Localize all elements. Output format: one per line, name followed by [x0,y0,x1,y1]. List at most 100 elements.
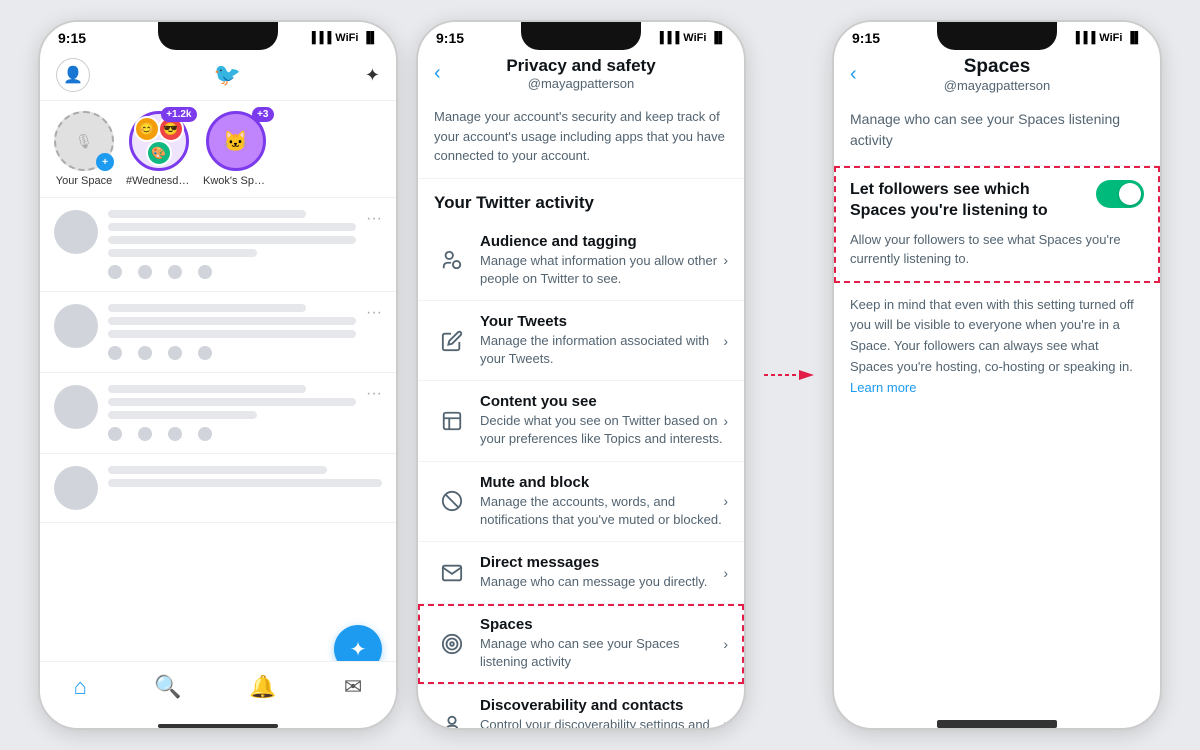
home-indicator-3 [937,720,1057,728]
toggle-section: Let followers see which Spaces you're li… [834,165,1160,283]
like-dot [108,346,122,360]
notch-2 [521,22,641,50]
feed-item: ··· [40,198,396,292]
mute-chevron-icon: › [723,493,728,509]
toggle-allow-desc: Allow your followers to see what Spaces … [850,230,1144,269]
spaces-page-title: Spaces [944,56,1050,78]
like-dot [108,427,122,441]
audience-title: Audience and tagging [480,233,723,250]
feed-actions [108,427,356,441]
menu-spaces[interactable]: Spaces Manage who can see your Spaces li… [418,604,744,684]
feed-line [108,411,257,419]
spaces-title-wrap: Spaces @mayagpatterson [944,56,1050,93]
status-icons-2: ▐▐▐ WiFi ▐▌ [656,32,726,44]
notifications-nav[interactable]: 🔔 [249,674,276,700]
time-2: 9:15 [436,30,464,46]
space-item-kwok[interactable]: 🐱 +3 Kwok's Space [203,111,268,187]
time-1: 9:15 [58,30,86,46]
learn-more-link[interactable]: Learn more [850,380,916,395]
menu-your-tweets[interactable]: Your Tweets Manage the information assoc… [418,301,744,381]
audience-icon [434,242,470,278]
wed-space-label: #WednesdayDesignCrit... [126,175,191,187]
discover-icon [434,706,470,730]
activity-section-title: Your Twitter activity [418,179,744,221]
messages-nav[interactable]: ✉ [344,674,362,700]
feed-line [108,249,257,257]
reply-dot [168,265,182,279]
tweets-text: Your Tweets Manage the information assoc… [480,313,723,368]
tweets-title: Your Tweets [480,313,723,330]
retweet-dot [138,427,152,441]
menu-mute-block[interactable]: Mute and block Manage the accounts, word… [418,462,744,542]
mute-icon [434,483,470,519]
feed-avatar-2 [54,304,98,348]
signal-icon: ▐▐▐ [308,32,331,44]
spaces-menu-title: Spaces [480,616,723,633]
user-avatar[interactable]: 👤 [56,58,90,92]
menu-audience-tagging[interactable]: Audience and tagging Manage what informa… [418,221,744,301]
menu-direct-messages[interactable]: Direct messages Manage who can message y… [418,542,744,604]
privacy-username: @mayagpatterson [506,76,655,91]
spaces-text: Spaces Manage who can see your Spaces li… [480,616,723,671]
your-space-label: Your Space [56,175,112,187]
home-nav[interactable]: ⌂ [74,674,87,700]
notch [158,22,278,50]
time-3: 9:15 [852,30,880,46]
spaces-back-button[interactable]: ‹ [850,63,857,86]
dm-chevron-icon: › [723,565,728,581]
menu-list: Audience and tagging Manage what informa… [418,221,744,731]
tweets-chevron-icon: › [723,333,728,349]
dm-desc: Manage who can message you directly. [480,573,723,591]
avatar-person-icon: 👤 [63,65,83,85]
share-dot [198,346,212,360]
feed-line [108,466,327,474]
feed-avatar-3 [54,385,98,429]
retweet-dot [138,346,152,360]
space-item-wednesday[interactable]: 😊 😎 🎨 +1.2k #WednesdayDesignCrit... [126,111,191,187]
twitter-header: 👤 🐦 ✦ [40,50,396,101]
tweet-icon [434,323,470,359]
spaces-menu-desc: Manage who can see your Spaces listening… [480,635,723,671]
more-icon[interactable]: ··· [366,304,382,360]
battery-icon-2: ▐▌ [710,32,726,44]
menu-discoverability[interactable]: Discoverability and contacts Control you… [418,685,744,730]
privacy-title-wrap: Privacy and safety @mayagpatterson [506,56,655,91]
toggle-knob [1119,183,1141,205]
signal-icon-2: ▐▐▐ [656,32,679,44]
discover-chevron-icon: › [723,716,728,730]
feed-line [108,385,306,393]
feed-item [40,454,396,523]
space-item-yours[interactable]: 🎙 + Your Space [54,111,114,187]
content-text: Content you see Decide what you see on T… [480,393,723,448]
wed-avatar-wrap: 😊 😎 🎨 +1.2k [129,111,189,171]
kwok-avatar-wrap: 🐱 +3 [206,111,266,171]
kwok-space-label: Kwok's Space [203,175,268,187]
dashed-arrow-svg [764,360,814,390]
feed-body-4 [108,466,382,510]
more-icon[interactable]: ··· [366,210,382,279]
spaces-page-header: ‹ Spaces @mayagpatterson [834,50,1160,101]
wifi-icon-3: WiFi [1099,32,1122,44]
more-icon[interactable]: ··· [366,385,382,441]
twitter-logo: 🐦 [214,62,241,88]
dm-title: Direct messages [480,554,723,571]
mute-desc: Manage the accounts, words, and notifica… [480,493,723,529]
sparkle-icon[interactable]: ✦ [365,65,380,86]
battery-icon-3: ▐▌ [1126,32,1142,44]
dm-text: Direct messages Manage who can message y… [480,554,723,591]
sparkle-compose-icon: ✦ [350,637,367,662]
privacy-title: Privacy and safety [506,56,655,76]
phone-privacy: 9:15 ▐▐▐ WiFi ▐▌ ‹ Privacy and safety @m… [416,20,746,730]
menu-content[interactable]: Content you see Decide what you see on T… [418,381,744,461]
arrow-connector [764,360,814,390]
spaces-chevron-icon: › [723,636,728,652]
notch-3 [937,22,1057,50]
toggle-switch[interactable] [1096,180,1144,208]
feed-item: ··· [40,292,396,373]
wifi-icon: WiFi [335,32,358,44]
feed-body-2 [108,304,356,360]
back-button[interactable]: ‹ [434,62,441,85]
search-nav[interactable]: 🔍 [154,674,181,700]
audience-desc: Manage what information you allow other … [480,252,723,288]
mute-title: Mute and block [480,474,723,491]
